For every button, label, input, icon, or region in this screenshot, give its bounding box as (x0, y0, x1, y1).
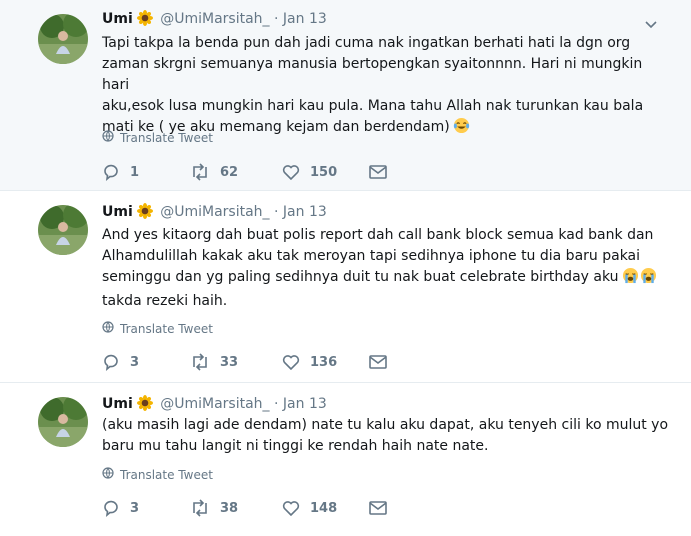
reply-button[interactable]: 3 (102, 353, 190, 371)
chevron-down-icon[interactable] (645, 14, 657, 33)
like-count: 148 (310, 500, 338, 516)
reply-icon (102, 163, 120, 181)
separator-dot: · (274, 204, 279, 220)
retweet-count: 38 (220, 500, 239, 516)
translate-label[interactable]: Translate Tweet (120, 468, 213, 482)
retweet-icon (190, 163, 210, 181)
tweet-actions: 1 62 150 (102, 163, 387, 181)
laughing-crying-emoji-icon (453, 117, 470, 141)
tweet[interactable]: Umi @UmiMarsitah_ · Jan 13 Tapi takpa la… (0, 0, 691, 190)
tweet[interactable]: Umi @UmiMarsitah_ · Jan 13 And yes kitao… (0, 190, 691, 382)
envelope-icon (369, 165, 387, 179)
sunflower-icon (136, 395, 153, 416)
tweet[interactable]: Umi @UmiMarsitah_ · Jan 13 (aku masih la… (0, 382, 691, 536)
tweet-text-line: aku,esok lusa mungkin hari kau pula. Man… (102, 98, 644, 114)
tweet-text-line: And yes kitaorg dah buat polis report da… (102, 227, 654, 243)
like-button[interactable]: 136 (282, 354, 369, 370)
like-count: 136 (310, 354, 338, 370)
reply-button[interactable]: 1 (102, 163, 190, 181)
separator-dot: · (274, 11, 279, 27)
retweet-icon (190, 499, 210, 517)
retweet-button[interactable]: 62 (190, 163, 282, 181)
tweet-date[interactable]: Jan 13 (283, 204, 327, 220)
reply-icon (102, 499, 120, 517)
tweet-date[interactable]: Jan 13 (283, 11, 327, 27)
tweet-text-line: takda rezeki haih. (102, 293, 228, 309)
avatar[interactable] (38, 205, 88, 255)
tweet-text-line: (aku masih lagi ade dendam) nate tu kalu… (102, 417, 669, 433)
tweet-header: Umi @UmiMarsitah_ · Jan 13 (102, 203, 327, 224)
envelope-icon (369, 355, 387, 369)
tweet-header: Umi @UmiMarsitah_ · Jan 13 (102, 10, 327, 31)
retweet-count: 33 (220, 354, 239, 370)
sunflower-icon (136, 203, 153, 224)
translate-label[interactable]: Translate Tweet (120, 322, 213, 336)
translate-tweet-link[interactable]: Translate Tweet (102, 467, 213, 482)
tweet-header: Umi @UmiMarsitah_ · Jan 13 (102, 395, 327, 416)
envelope-icon (369, 501, 387, 515)
translate-tweet-link[interactable]: Translate Tweet (102, 321, 213, 336)
sunflower-icon (136, 10, 153, 31)
reply-count: 3 (130, 500, 140, 516)
tweet-text-line: Alhamdulillah kakak aku tak meroyan tapi… (102, 248, 641, 264)
reply-count: 3 (130, 354, 140, 370)
avatar[interactable] (38, 14, 88, 64)
translate-label[interactable]: Translate Tweet (120, 131, 213, 145)
direct-message-button[interactable] (369, 501, 387, 515)
user-handle[interactable]: @UmiMarsitah_ (160, 396, 269, 412)
separator-dot: · (274, 396, 279, 412)
tweet-text-line: seminggu dan yg paling sedihnya duit tu … (102, 269, 619, 285)
reply-count: 1 (130, 164, 140, 180)
loudly-crying-emoji-icon (622, 267, 639, 291)
heart-icon (282, 354, 300, 370)
heart-icon (282, 500, 300, 516)
retweet-button[interactable]: 38 (190, 499, 282, 517)
avatar[interactable] (38, 397, 88, 447)
reply-icon (102, 353, 120, 371)
like-count: 150 (310, 164, 338, 180)
heart-icon (282, 164, 300, 180)
display-name[interactable]: Umi (102, 396, 133, 412)
retweet-icon (190, 353, 210, 371)
user-handle[interactable]: @UmiMarsitah_ (160, 11, 269, 27)
tweet-actions: 3 38 148 (102, 499, 387, 517)
globe-icon (102, 321, 114, 336)
loudly-crying-emoji-icon (640, 267, 657, 291)
reply-button[interactable]: 3 (102, 499, 190, 517)
retweet-count: 62 (220, 164, 239, 180)
tweet-text: And yes kitaorg dah buat polis report da… (102, 225, 662, 312)
direct-message-button[interactable] (369, 355, 387, 369)
user-handle[interactable]: @UmiMarsitah_ (160, 204, 269, 220)
tweet-text-line: Tapi takpa la benda pun dah jadi cuma na… (102, 35, 631, 51)
retweet-button[interactable]: 33 (190, 353, 282, 371)
display-name[interactable]: Umi (102, 11, 133, 27)
translate-tweet-link[interactable]: Translate Tweet (102, 130, 213, 145)
display-name[interactable]: Umi (102, 204, 133, 220)
tweet-text-line: baru mu tahu langit ni tinggi ke rendah … (102, 438, 489, 454)
like-button[interactable]: 150 (282, 164, 369, 180)
globe-icon (102, 467, 114, 482)
like-button[interactable]: 148 (282, 500, 369, 516)
globe-icon (102, 130, 114, 145)
tweet-actions: 3 33 136 (102, 353, 387, 371)
tweet-date[interactable]: Jan 13 (283, 396, 327, 412)
direct-message-button[interactable] (369, 165, 387, 179)
tweet-text-line: zaman skrgni semuanya manusia bertopengk… (102, 56, 643, 93)
tweet-text: Tapi takpa la benda pun dah jadi cuma na… (102, 33, 662, 141)
tweet-text: (aku masih lagi ade dendam) nate tu kalu… (102, 415, 669, 457)
